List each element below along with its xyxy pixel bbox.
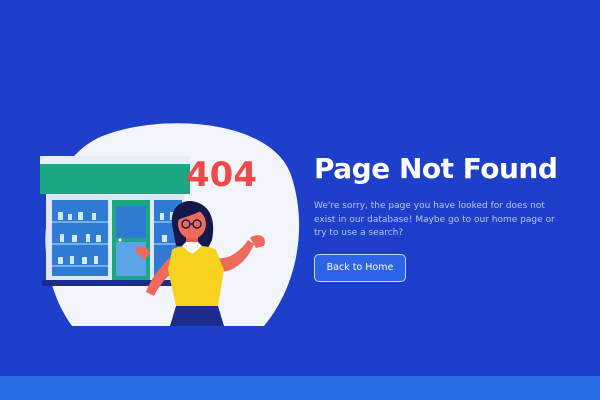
error-message: We're sorry, the page you have looked fo… bbox=[314, 201, 555, 238]
page-title: Page Not Found bbox=[314, 152, 558, 185]
back-to-home-button[interactable]: Back to Home bbox=[314, 253, 406, 282]
shopkeeper-illustration: 404 bbox=[36, 120, 306, 340]
error-code: 404 bbox=[186, 155, 257, 195]
error-page: 404 Page Not Found We're sorry, the page… bbox=[0, 0, 600, 400]
footer-bar bbox=[0, 376, 600, 400]
error-content: Page Not Found We're sorry, the page you… bbox=[314, 152, 564, 282]
